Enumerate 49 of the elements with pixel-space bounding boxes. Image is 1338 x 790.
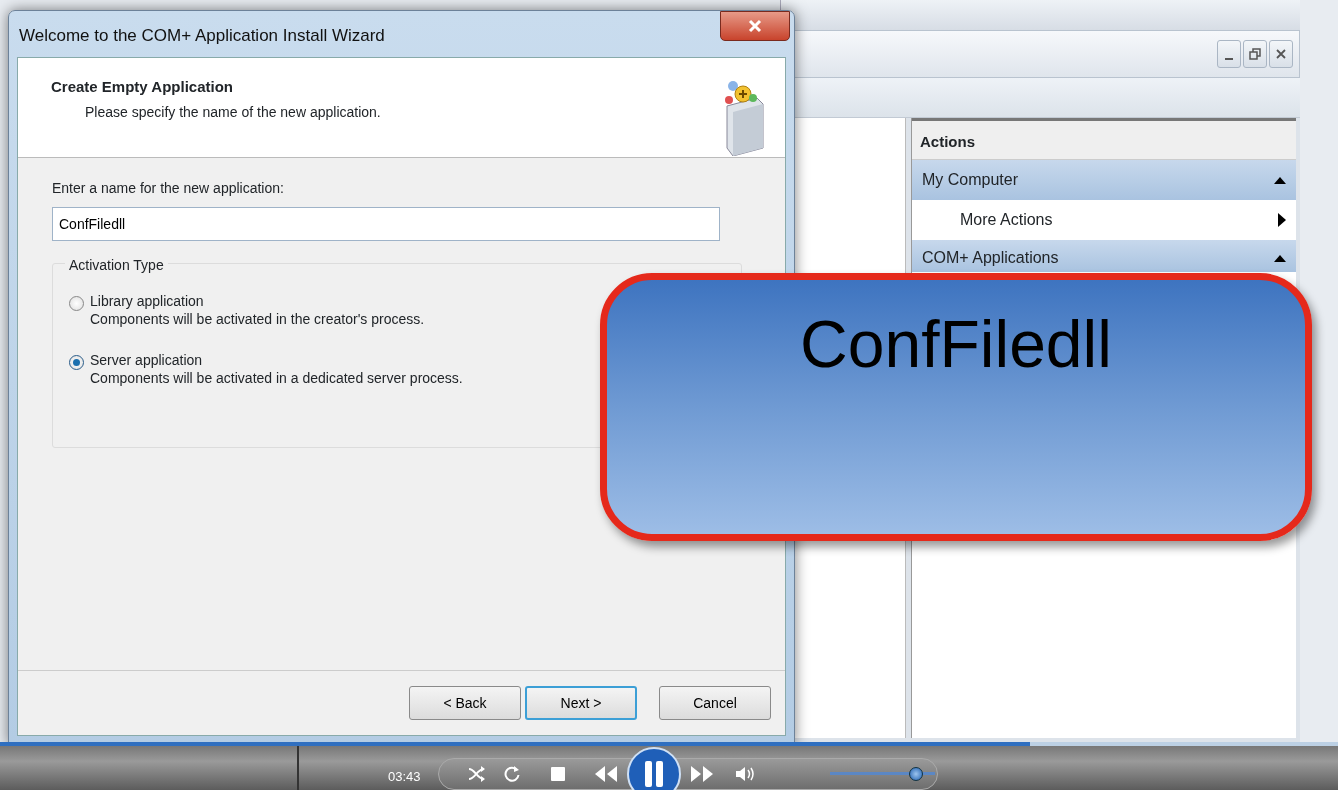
seek-bar[interactable] bbox=[0, 742, 1338, 746]
option-label: Library application bbox=[90, 293, 205, 311]
volume-button[interactable] bbox=[735, 766, 757, 782]
window-title: Welcome to the COM+ Application Install Wizard bbox=[19, 25, 385, 47]
fast-forward-button[interactable] bbox=[689, 766, 715, 782]
option-description: Components will be activated in the creator's process. bbox=[90, 310, 425, 328]
repeat-button[interactable] bbox=[503, 765, 521, 783]
page-subheading: Please specify the name of the new application. bbox=[85, 102, 381, 122]
action-item[interactable]: More Actions bbox=[912, 199, 1296, 240]
collapse-icon bbox=[1274, 175, 1286, 184]
time-label: 03:43 bbox=[388, 768, 421, 786]
section-header[interactable]: My Computer bbox=[912, 159, 1296, 200]
stop-icon bbox=[551, 767, 565, 781]
wizard-button[interactable]: Cancel bbox=[659, 686, 771, 720]
wizard-button[interactable]: Next > bbox=[525, 686, 637, 720]
pause-button[interactable] bbox=[627, 747, 681, 790]
action-label: More Actions bbox=[960, 209, 1053, 230]
close-icon bbox=[748, 19, 762, 33]
section-label: COM+ Applications bbox=[922, 247, 1059, 268]
field-label: Enter a name for the new application: bbox=[52, 179, 285, 198]
pause-icon bbox=[627, 747, 681, 790]
shuffle-icon bbox=[467, 765, 487, 783]
submenu-arrow-icon bbox=[1278, 212, 1286, 227]
group-title: Activation Type bbox=[65, 257, 168, 273]
close-icon bbox=[1276, 49, 1286, 59]
minimize-icon bbox=[1225, 58, 1233, 60]
rewind-button[interactable] bbox=[593, 766, 619, 782]
option-description: Components will be activated in a dedicated server process. bbox=[90, 369, 463, 387]
repeat-icon bbox=[503, 765, 521, 783]
radio-button[interactable] bbox=[69, 355, 84, 370]
shuffle-button[interactable] bbox=[467, 765, 487, 783]
close-button[interactable] bbox=[1269, 40, 1293, 68]
radio-button[interactable] bbox=[69, 296, 84, 311]
minimize-button[interactable] bbox=[1217, 40, 1241, 68]
callout-text: ConfFiledll bbox=[800, 308, 1112, 381]
option-label: Server application bbox=[90, 352, 204, 370]
wizard-button[interactable]: < Back bbox=[409, 686, 521, 720]
section-header[interactable]: COM+ Applications bbox=[912, 239, 1296, 272]
restore-button[interactable] bbox=[1243, 40, 1267, 68]
restore-icon bbox=[1249, 48, 1261, 60]
fast-forward-icon bbox=[689, 766, 715, 782]
pane-title: Actions bbox=[912, 118, 1296, 160]
section-label: My Computer bbox=[922, 169, 1019, 190]
collapse-icon bbox=[1274, 253, 1286, 262]
page-heading: Create Empty Application bbox=[51, 77, 234, 97]
close-button[interactable] bbox=[720, 11, 790, 41]
name-field[interactable]: ConfFiledll bbox=[52, 207, 720, 241]
volume-icon bbox=[735, 766, 757, 782]
rewind-icon bbox=[593, 766, 619, 782]
